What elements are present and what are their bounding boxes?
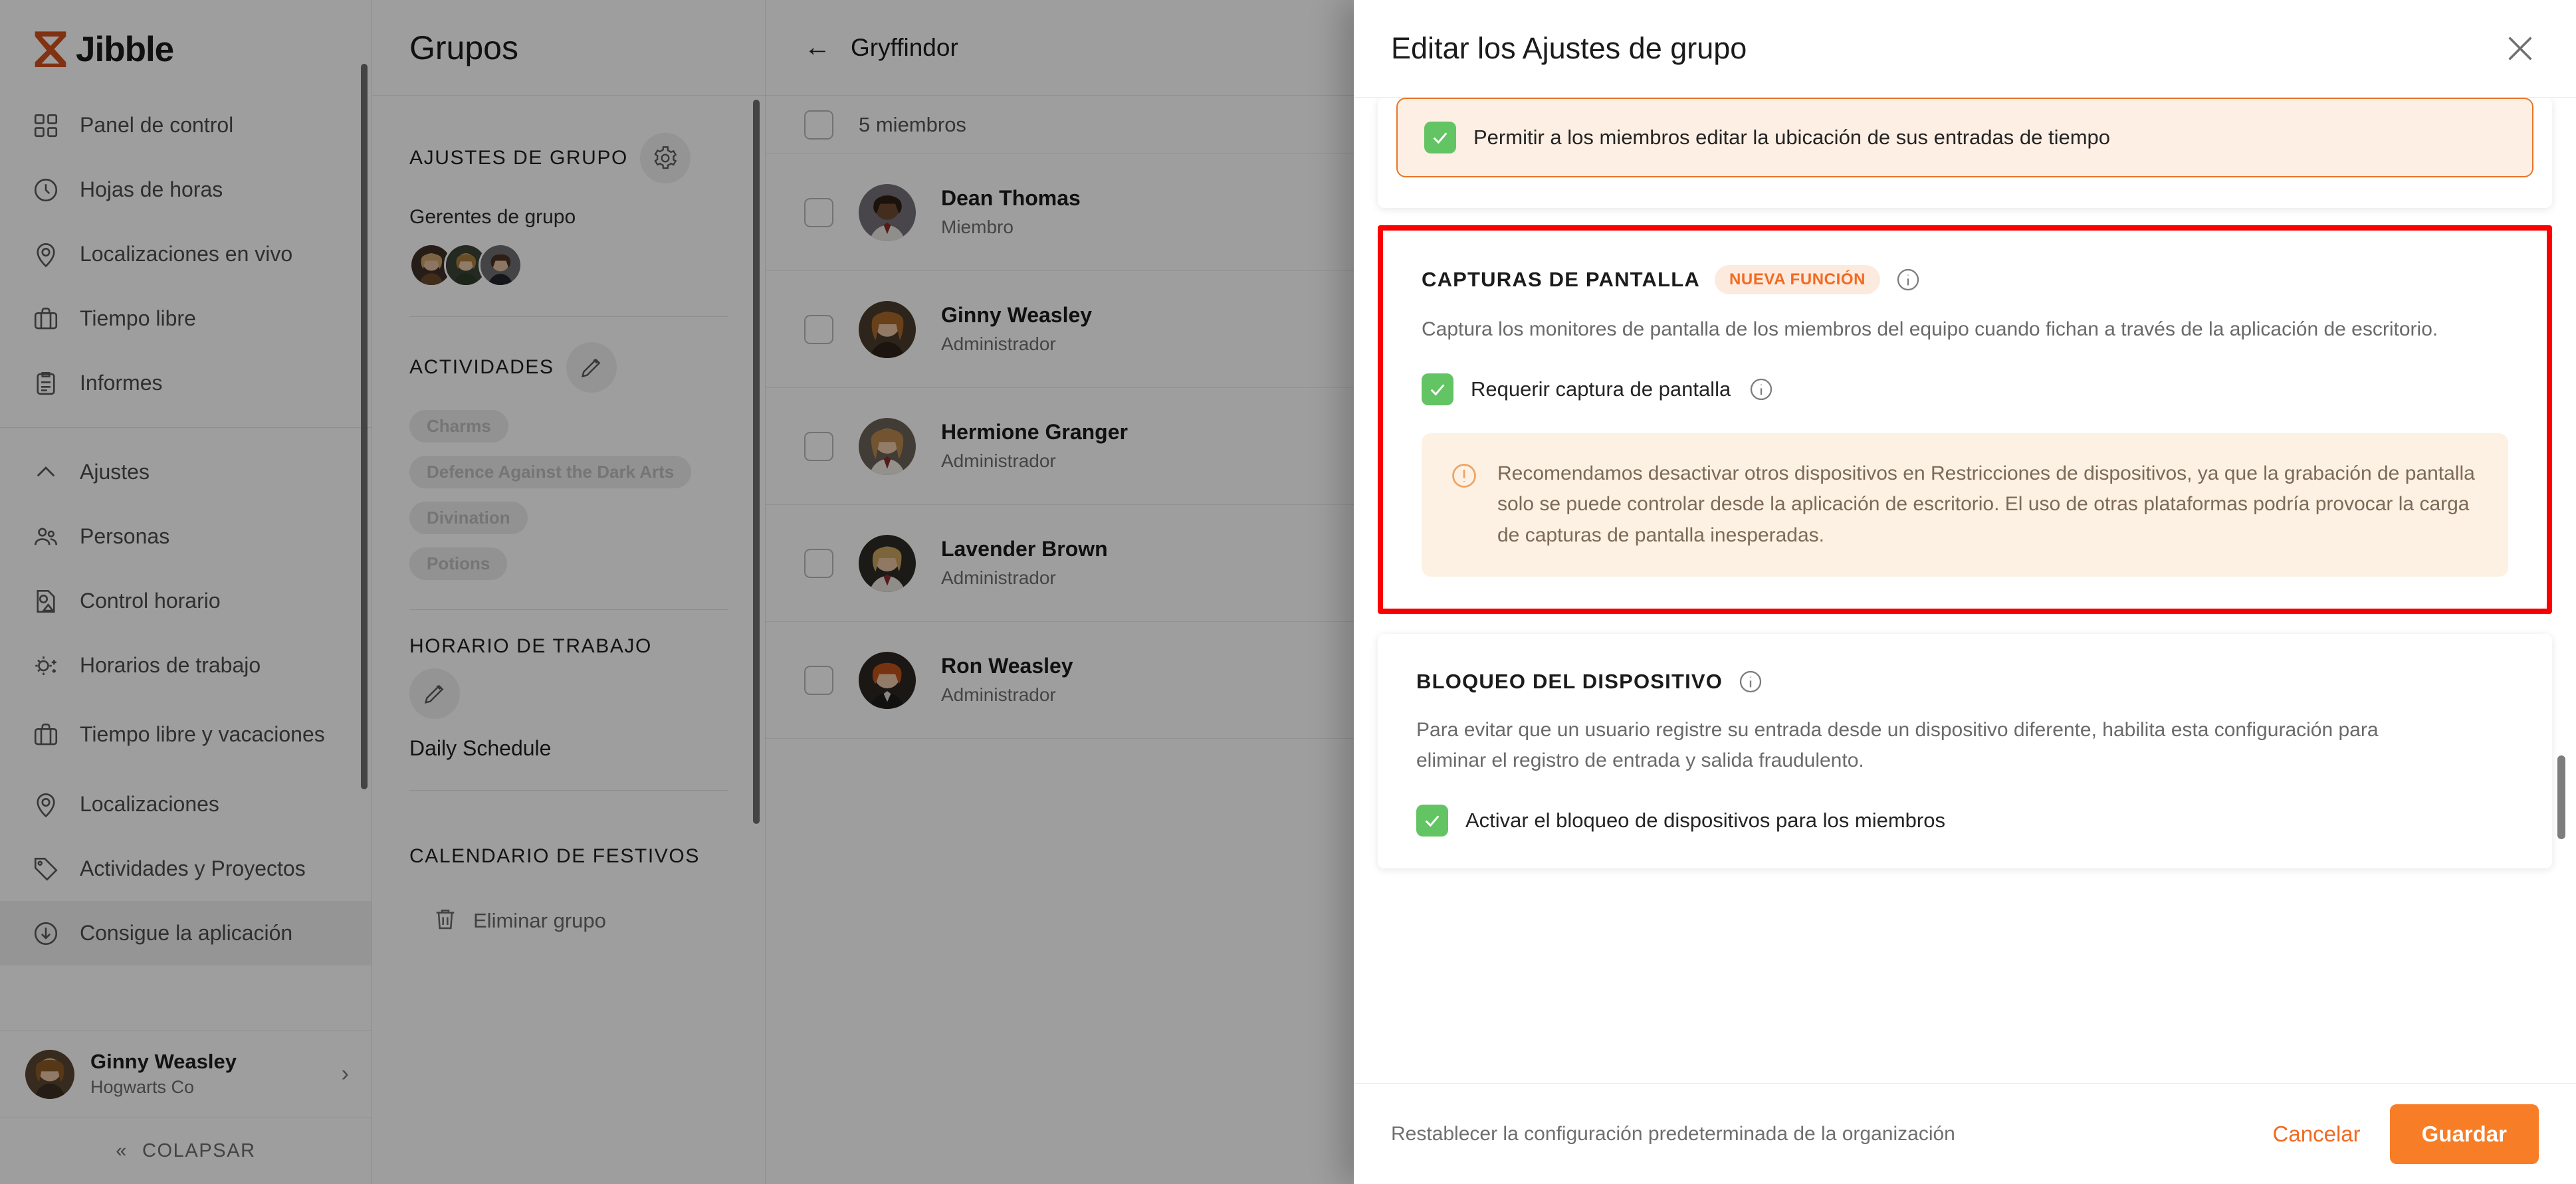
status-badge: NUEVA FUNCIÓN xyxy=(1714,265,1881,294)
device-lock-row[interactable]: Activar el bloqueo de dispositivos para … xyxy=(1416,804,2514,837)
device-lock-title: BLOQUEO DEL DISPOSITIVO xyxy=(1416,669,1723,693)
info-icon[interactable] xyxy=(1895,266,1921,293)
screenshots-warning-note: Recomendamos desactivar otros dispositiv… xyxy=(1422,433,2508,577)
info-icon[interactable] xyxy=(1737,668,1764,695)
save-button[interactable]: Guardar xyxy=(2389,1104,2539,1164)
modal-body[interactable]: Permitir a los miembros editar la ubicac… xyxy=(1354,98,2576,1083)
checkbox-checked[interactable] xyxy=(1416,804,1448,837)
screenshots-section-header: CAPTURAS DE PANTALLA NUEVA FUNCIÓN xyxy=(1422,265,2508,294)
modal-scrollbar[interactable] xyxy=(2557,755,2565,839)
modal-footer: Restablecer la configuración predetermin… xyxy=(1354,1083,2576,1184)
modal-title: Editar los Ajustes de grupo xyxy=(1391,31,1747,65)
checkbox-label: Activar el bloqueo de dispositivos para … xyxy=(1465,808,1945,832)
device-lock-card: BLOQUEO DEL DISPOSITIVO Para evitar que … xyxy=(1378,633,2552,868)
checkbox-label: Requerir captura de pantalla xyxy=(1471,377,1731,401)
warning-text: Recomendamos desactivar otros dispositiv… xyxy=(1497,462,2475,547)
device-lock-card-body: BLOQUEO DEL DISPOSITIVO Para evitar que … xyxy=(1378,634,2552,868)
location-edit-setting-row[interactable]: Permitir a los miembros editar la ubicac… xyxy=(1396,98,2533,177)
require-screenshot-row[interactable]: Requerir captura de pantalla xyxy=(1422,373,2508,405)
checkbox-checked[interactable] xyxy=(1424,122,1456,153)
screenshots-description: Captura los monitores de pantalla de los… xyxy=(1422,318,2438,340)
edit-group-settings-modal: Editar los Ajustes de grupo Permitir a l… xyxy=(1354,0,2576,1184)
screenshots-card: CAPTURAS DE PANTALLA NUEVA FUNCIÓN Captu… xyxy=(1383,231,2547,609)
warning-icon xyxy=(1449,461,1479,490)
reset-defaults-link[interactable]: Restablecer la configuración predetermin… xyxy=(1391,1123,2244,1145)
time-entry-location-card: Permitir a los miembros editar la ubicac… xyxy=(1378,98,2552,208)
checkbox-label: Permitir a los miembros editar la ubicac… xyxy=(1473,126,2111,149)
info-icon[interactable] xyxy=(1748,376,1774,403)
checkbox-checked[interactable] xyxy=(1422,373,1453,405)
modal-header: Editar los Ajustes de grupo xyxy=(1354,0,2576,98)
screenshots-highlight-box: CAPTURAS DE PANTALLA NUEVA FUNCIÓN Captu… xyxy=(1378,225,2552,614)
device-lock-description: Para evitar que un usuario registre su e… xyxy=(1416,718,2379,772)
close-icon[interactable] xyxy=(2502,30,2539,67)
device-lock-section-header: BLOQUEO DEL DISPOSITIVO xyxy=(1416,668,2514,695)
cancel-button[interactable]: Cancelar xyxy=(2244,1122,2390,1147)
application-window: Jibble Panel de control Hojas de horas L… xyxy=(0,0,2576,1184)
screenshots-title: CAPTURAS DE PANTALLA xyxy=(1422,268,1700,291)
screenshots-card-body: CAPTURAS DE PANTALLA NUEVA FUNCIÓN Captu… xyxy=(1383,231,2547,609)
